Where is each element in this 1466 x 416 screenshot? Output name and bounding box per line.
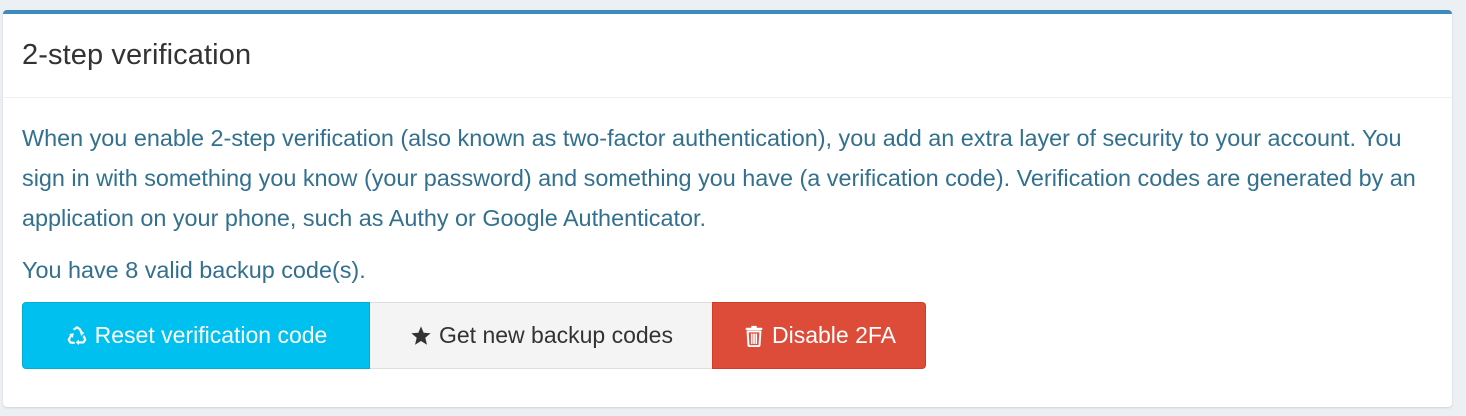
description-text: When you enable 2-step verification (als… [22, 125, 1416, 231]
panel-title: 2-step verification [22, 39, 252, 71]
get-new-backup-codes-button[interactable]: Get new backup codes [370, 302, 712, 369]
reset-verification-code-button[interactable]: Reset verification code [22, 302, 370, 369]
trash-icon [742, 324, 766, 348]
disable-2fa-button[interactable]: Disable 2FA [712, 302, 926, 369]
backup-codes-status: You have 8 valid backup code(s). [22, 257, 366, 283]
get-new-backup-codes-label: Get new backup codes [439, 322, 673, 348]
action-button-group: Reset verification code Get new backup c… [22, 302, 1433, 369]
disable-2fa-label: Disable 2FA [771, 322, 896, 348]
two-step-verification-panel: 2-step verification When you enable 2-st… [3, 10, 1452, 407]
panel-header: 2-step verification [3, 14, 1452, 98]
reset-verification-code-label: Reset verification code [94, 322, 328, 348]
star-icon [409, 324, 433, 348]
panel-body: When you enable 2-step verification (als… [3, 98, 1452, 369]
recycle-icon [65, 324, 89, 348]
